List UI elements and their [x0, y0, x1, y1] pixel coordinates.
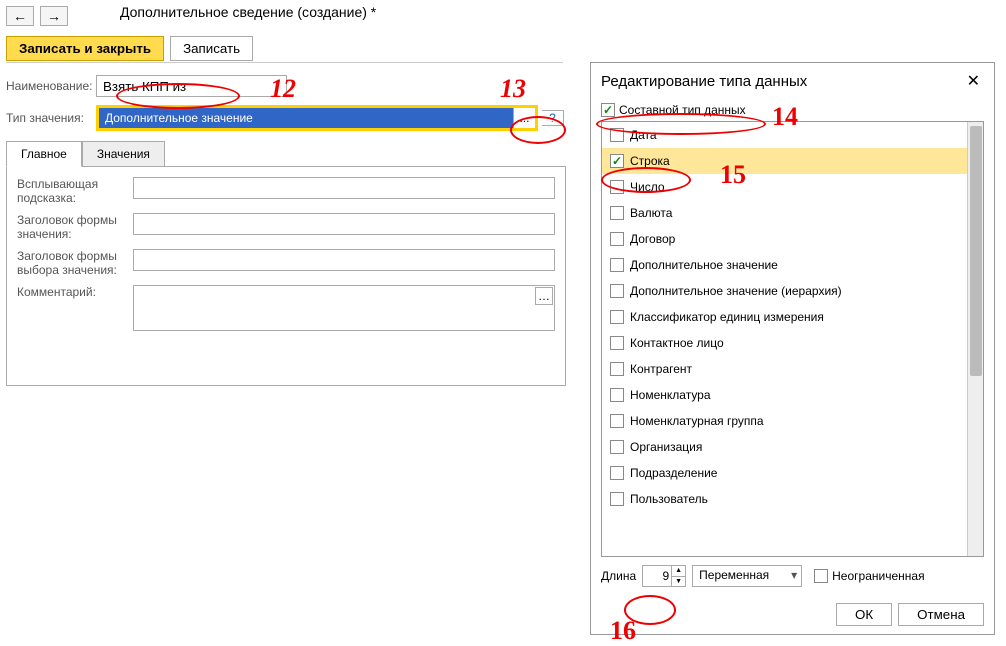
- type-item[interactable]: Организация: [602, 434, 967, 460]
- type-checkbox[interactable]: [610, 128, 624, 142]
- type-item[interactable]: Контактное лицо: [602, 330, 967, 356]
- type-checkbox[interactable]: [610, 362, 624, 376]
- type-label: Номенклатура: [630, 388, 711, 402]
- tooltip-label: Всплывающая подсказка:: [17, 177, 127, 205]
- comment-input[interactable]: [133, 285, 555, 331]
- type-label: Контрагент: [630, 362, 692, 376]
- type-checkbox[interactable]: [610, 206, 624, 220]
- type-label: Организация: [630, 440, 702, 454]
- type-checkbox[interactable]: [610, 466, 624, 480]
- composite-label: Составной тип данных: [619, 103, 746, 117]
- cancel-button[interactable]: Отмена: [898, 603, 984, 626]
- type-label: Тип значения:: [6, 111, 92, 125]
- unlimited-label: Неограниченная: [832, 569, 924, 583]
- type-label: Пользователь: [630, 492, 708, 506]
- type-select-button[interactable]: ...: [513, 108, 535, 128]
- close-icon[interactable]: ✕: [963, 71, 984, 91]
- type-checkbox[interactable]: [610, 388, 624, 402]
- type-edit-dialog: Редактирование типа данных ✕ Составной т…: [590, 62, 995, 635]
- save-button[interactable]: Записать: [170, 36, 253, 61]
- length-input[interactable]: [643, 566, 671, 586]
- type-checkbox[interactable]: [610, 310, 624, 324]
- value-form-title-input[interactable]: [133, 213, 555, 235]
- spinner-down[interactable]: ▼: [672, 577, 685, 587]
- ok-button[interactable]: ОК: [836, 603, 892, 626]
- tab-values[interactable]: Значения: [82, 141, 165, 167]
- type-help-button[interactable]: ?: [542, 110, 564, 126]
- save-close-button[interactable]: Записать и закрыть: [6, 36, 164, 61]
- value-form-title-label: Заголовок формы значения:: [17, 213, 127, 241]
- type-item[interactable]: Пользователь: [602, 486, 967, 512]
- type-label: Классификатор единиц измерения: [630, 310, 824, 324]
- composite-checkbox[interactable]: [601, 103, 615, 117]
- name-label: Наименование:: [6, 79, 92, 93]
- name-input[interactable]: [96, 75, 287, 97]
- type-checkbox[interactable]: [610, 440, 624, 454]
- type-label: Подразделение: [630, 466, 717, 480]
- tab-content-main: Всплывающая подсказка: Заголовок формы з…: [6, 166, 566, 386]
- type-label: Дополнительное значение (иерархия): [630, 284, 842, 298]
- type-item[interactable]: Номенклатура: [602, 382, 967, 408]
- type-value-input[interactable]: Дополнительное значение: [99, 108, 513, 128]
- choice-form-title-label: Заголовок формы выбора значения:: [17, 249, 127, 277]
- forward-button[interactable]: →: [40, 6, 68, 26]
- type-item[interactable]: Контрагент: [602, 356, 967, 382]
- type-checkbox[interactable]: [610, 258, 624, 272]
- length-mode-select[interactable]: Переменная: [692, 565, 802, 587]
- type-label: Дата: [630, 128, 657, 142]
- choice-form-title-input[interactable]: [133, 249, 555, 271]
- type-checkbox[interactable]: [610, 336, 624, 350]
- type-item[interactable]: Подразделение: [602, 460, 967, 486]
- type-checkbox[interactable]: [610, 492, 624, 506]
- type-item[interactable]: Дата: [602, 122, 967, 148]
- type-checkbox[interactable]: [610, 284, 624, 298]
- unlimited-checkbox[interactable]: [814, 569, 828, 583]
- type-label: Дополнительное значение: [630, 258, 778, 272]
- comment-expand-button[interactable]: …: [535, 287, 553, 305]
- type-item[interactable]: Дополнительное значение: [602, 252, 967, 278]
- spinner-up[interactable]: ▲: [672, 566, 685, 577]
- type-label: Строка: [630, 154, 670, 168]
- type-item[interactable]: Дополнительное значение (иерархия): [602, 278, 967, 304]
- type-label: Валюта: [630, 206, 672, 220]
- type-list-scrollbar[interactable]: [967, 122, 983, 556]
- dialog-title: Редактирование типа данных: [601, 73, 807, 90]
- type-item[interactable]: Строка: [602, 148, 967, 174]
- type-label: Договор: [630, 232, 675, 246]
- type-checkbox[interactable]: [610, 232, 624, 246]
- length-label: Длина: [601, 569, 636, 583]
- type-label: Контактное лицо: [630, 336, 724, 350]
- tab-main[interactable]: Главное: [6, 141, 82, 167]
- back-button[interactable]: ←: [6, 6, 34, 26]
- type-item[interactable]: Номенклатурная группа: [602, 408, 967, 434]
- comment-label: Комментарий:: [17, 285, 127, 334]
- type-item[interactable]: Классификатор единиц измерения: [602, 304, 967, 330]
- type-label: Число: [630, 180, 665, 194]
- scroll-thumb[interactable]: [970, 126, 982, 376]
- type-item[interactable]: Число: [602, 174, 967, 200]
- type-item[interactable]: Валюта: [602, 200, 967, 226]
- type-item[interactable]: Договор: [602, 226, 967, 252]
- type-checkbox[interactable]: [610, 154, 624, 168]
- page-title: Дополнительное сведение (создание) *: [120, 4, 376, 20]
- type-checkbox[interactable]: [610, 180, 624, 194]
- tooltip-input[interactable]: [133, 177, 555, 199]
- length-spinner[interactable]: ▲ ▼: [642, 565, 686, 587]
- type-label: Номенклатурная группа: [630, 414, 764, 428]
- type-checkbox[interactable]: [610, 414, 624, 428]
